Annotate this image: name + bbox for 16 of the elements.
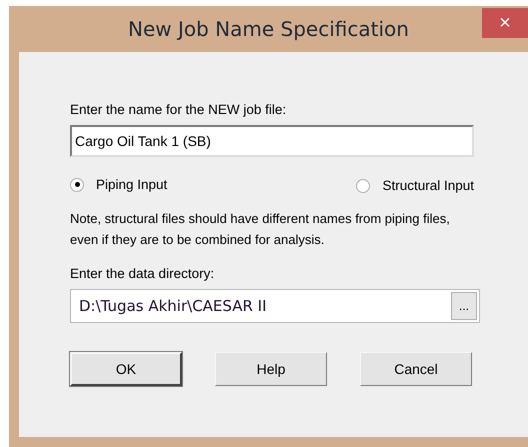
dialog-button[interactable]: Help (215, 352, 327, 386)
directory-field[interactable]: D:\Tugas Akhir\CAESAR II ... (70, 289, 480, 324)
note-text: Note, structural files should have different names from piping files, even if they are to be combined for analysis. (70, 210, 451, 250)
radio-label: Structural Input (382, 177, 474, 195)
radio-button[interactable] (70, 178, 84, 192)
field-label: Enter the data directory: (70, 265, 216, 284)
radio-label: Piping Input (96, 176, 168, 194)
job-name-field[interactable]: Cargo Oil Tank 1 (SB) (70, 125, 474, 157)
close-button[interactable]: × (482, 8, 528, 38)
radio-button[interactable] (356, 179, 370, 194)
window-title: New Job Name Specification (128, 16, 409, 43)
directory-value: D:\Tugas Akhir\CAESAR II (79, 296, 268, 317)
dialog-button[interactable]: Cancel (360, 352, 472, 386)
field-label: Enter the name for the NEW job file: (70, 101, 288, 119)
dialog-button[interactable]: OK (70, 352, 182, 386)
browse-button[interactable]: ... (451, 292, 477, 320)
